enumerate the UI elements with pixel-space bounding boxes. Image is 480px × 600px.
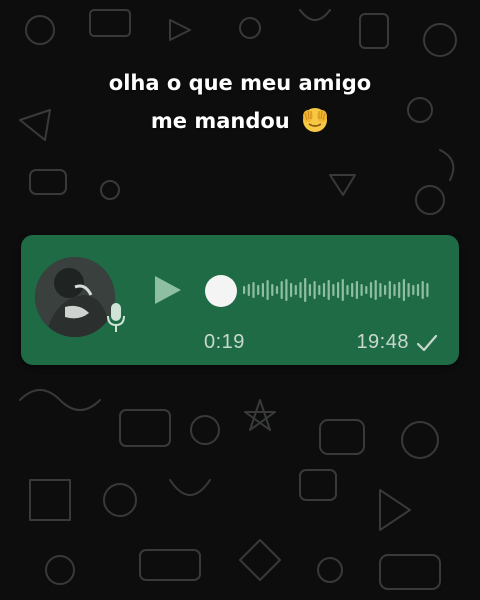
- waveform-bar: [355, 281, 358, 299]
- waveform-bar: [322, 283, 326, 297]
- waveform-bar: [365, 286, 368, 294]
- mic-icon: [107, 303, 125, 332]
- audio-waveform[interactable]: [203, 273, 435, 307]
- waveform-bar: [257, 285, 260, 295]
- waveform-bar: [299, 282, 302, 298]
- waveform-bar: [332, 284, 335, 296]
- waveform-bar: [398, 282, 401, 298]
- waveform-bar: [412, 285, 415, 295]
- waveform-bar: [407, 283, 410, 297]
- caption-line-2-text: me mandou: [150, 109, 290, 133]
- caption-line-2: me mandou: [40, 102, 440, 140]
- waveform-bar: [351, 283, 354, 297]
- waveform-bar: [384, 285, 387, 295]
- caption-line-1: olha o que meu amigo: [108, 71, 372, 95]
- waveform-bar: [416, 284, 420, 296]
- waveform-bar: [337, 282, 340, 298]
- waveform-bar: [261, 283, 264, 297]
- waveform-bar: [393, 284, 396, 296]
- waveform-bar: [388, 281, 391, 299]
- waveform-bar: [313, 281, 316, 299]
- waveform-bar: [304, 278, 307, 302]
- waveform-bar: [275, 286, 279, 294]
- waveform-bar: [360, 284, 363, 296]
- waveform-bar: [421, 281, 424, 299]
- waveform-bar: [247, 284, 250, 296]
- waveform-bar: [266, 280, 269, 300]
- chat-screen: olha o que meu amigo me mandou 0:19 19:4…: [0, 0, 480, 600]
- waveform-bar: [294, 285, 297, 295]
- waveform-bar: [290, 283, 293, 297]
- waveform-bar: [369, 282, 373, 298]
- waveform-bar: [379, 283, 382, 297]
- voice-message-bubble[interactable]: 0:19 19:48: [21, 235, 459, 365]
- waveform-bar: [374, 280, 377, 300]
- message-time: 19:48: [356, 331, 409, 353]
- waveform-bar: [426, 283, 429, 297]
- waveform-bar: [308, 284, 311, 296]
- waveform-bar: [271, 284, 274, 296]
- sender-avatar: [35, 257, 115, 337]
- waveform-bar: [327, 280, 330, 300]
- playback-scrubber-knob[interactable]: [205, 275, 237, 307]
- waveform-bar: [252, 282, 255, 298]
- face-with-hand-over-eyes-icon: [303, 108, 328, 132]
- video-caption: olha o que meu amigo me mandou: [40, 64, 440, 140]
- single-check-icon: [416, 334, 438, 352]
- waveform-bar: [285, 279, 288, 301]
- waveform-bar: [243, 286, 246, 294]
- waveform-bar: [341, 279, 344, 301]
- waveform-bar: [402, 279, 405, 301]
- waveform-bar: [346, 285, 349, 295]
- waveform-bar: [280, 281, 283, 299]
- play-icon[interactable]: [151, 273, 185, 307]
- waveform-bar: [318, 285, 321, 295]
- voice-duration: 0:19: [204, 331, 245, 353]
